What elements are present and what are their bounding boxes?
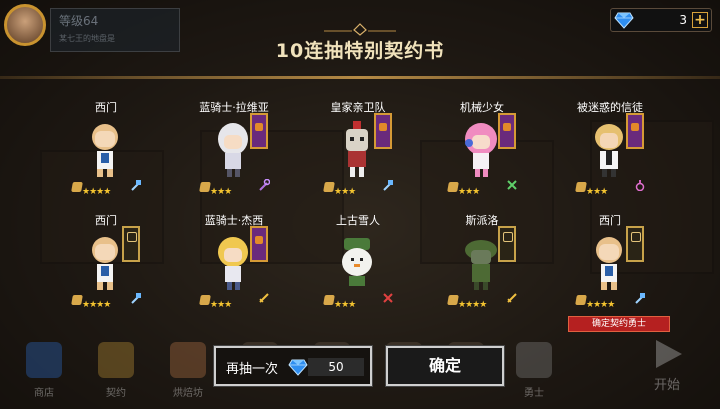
class-banner-icon [250,113,268,149]
sword-icon [507,293,517,303]
gem-currency-box: 3 + [610,8,712,32]
star-rating: ★★★★ [82,300,111,310]
hero-card[interactable]: 被迷惑的信徒 ★★★ [558,99,662,217]
hero-name: 被迷惑的信徒 [577,101,643,114]
hero-name: 斯派洛 [465,214,499,227]
class-banner-icon [626,226,644,262]
gem-icon [288,359,308,376]
nav-bakery[interactable]: 烘焙坊 [158,334,218,404]
nav-contract[interactable]: 契约 [86,334,146,404]
hero-name: 机械少女 [460,101,504,114]
title-divider [0,76,720,79]
hero-card[interactable]: 斯派洛 ★★★★ [430,212,534,330]
player-level: 等级64 [59,14,99,28]
hero-card[interactable]: 皇家亲卫队 ★★★ [306,99,410,217]
hero-name: 西门 [95,101,117,114]
page-title: 10连抽特别契约书 [275,40,445,62]
star-rating: ★★★ [210,300,232,310]
class-banner-icon [374,113,392,149]
redraw-button[interactable]: 再抽一次 50 [213,345,373,387]
hero-card[interactable]: 西门 ★★★★ [54,99,158,217]
shop-icon [26,342,62,378]
axe-icon [383,180,393,191]
hero-card[interactable]: 蓝骑士·拉维亚 ★★★ [182,99,286,217]
hero-name: 西门 [95,214,117,227]
axe-icon [635,293,645,304]
class-banner-icon [122,226,140,262]
staff-icon [259,179,270,191]
hero-sprite-simon [92,124,118,177]
hero-name: 蓝骑士·拉维亚 [199,101,269,114]
gem-icon [614,12,634,29]
start-button[interactable]: 开始 [626,334,708,396]
star-rating: ★★★★ [458,300,487,310]
class-banner-icon [250,226,268,262]
hero-name: 蓝骑士·杰西 [204,214,264,227]
contract-icon [98,342,134,378]
hero-card[interactable]: 西门 ★★★★ [558,212,662,330]
hero-icon [516,342,552,378]
class-banner-icon [498,113,516,149]
gem-count: 3 [679,13,687,27]
hero-card[interactable]: 机械少女 ★★★ [430,99,534,217]
star-rating: ★★★ [458,187,480,197]
class-banner-icon [498,226,516,262]
add-gems-button[interactable]: + [692,12,708,28]
star-rating: ★★★ [210,187,232,197]
hero-card[interactable]: 蓝骑士·杰西 ★★★ [182,212,286,330]
crossed-tools-icon [507,180,517,190]
redraw-label: 再抽一次 [226,362,279,377]
star-rating: ★★★ [586,187,608,197]
nav-hero[interactable]: 勇士 [504,334,564,404]
hero-sprite-ancient-yeti [342,238,372,286]
crossed-tools-icon [383,293,393,303]
star-rating: ★★★ [334,300,356,310]
start-icon [656,340,682,368]
hero-name: 上古雪人 [336,214,380,227]
hero-card[interactable]: 上古雪人 ★★★ [306,212,410,330]
star-rating: ★★★ [334,187,356,197]
potion-icon [635,180,645,191]
star-rating: ★★★★ [82,187,111,197]
hero-name: 西门 [599,214,621,227]
axe-icon [131,180,141,191]
nav-shop[interactable]: 商店 [14,334,74,404]
hero-card[interactable]: 西门 ★★★★ [54,212,158,330]
bakery-icon [170,342,206,378]
star-rating: ★★★★ [586,300,615,310]
axe-icon [131,293,141,304]
sword-icon [259,293,269,303]
class-banner-icon [626,113,644,149]
confirm-button[interactable]: 确定 [385,345,505,387]
redraw-cost: 50 [308,358,364,376]
hero-name: 皇家亲卫队 [330,101,386,114]
title-ornament-icon [324,23,396,36]
